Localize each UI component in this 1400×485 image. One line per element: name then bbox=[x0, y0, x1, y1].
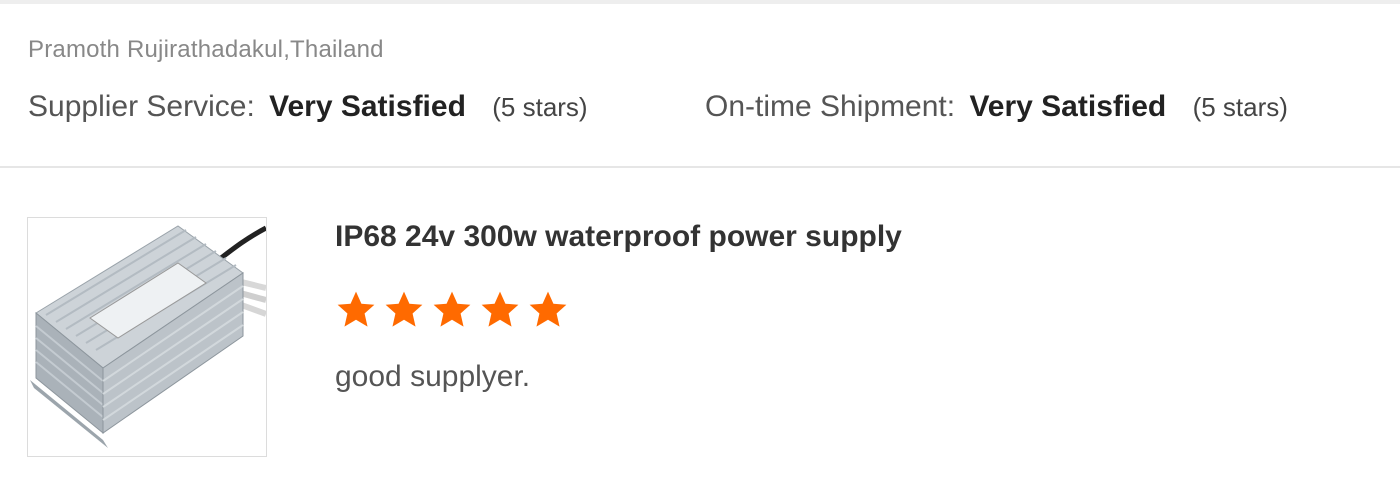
supplier-service-value: Very Satisfied bbox=[269, 90, 466, 123]
top-border bbox=[0, 0, 1400, 4]
star-rating bbox=[334, 289, 570, 329]
divider bbox=[0, 166, 1400, 168]
product-thumbnail[interactable] bbox=[27, 217, 268, 457]
star-icon bbox=[385, 291, 423, 327]
shipment-rating: On-time Shipment: Very Satisfied (5 star… bbox=[705, 90, 1288, 124]
reviewer-name: Pramoth Rujirathadakul,Thailand bbox=[28, 36, 384, 63]
product-title[interactable]: IP68 24v 300w waterproof power supply bbox=[335, 220, 902, 254]
star-icon bbox=[433, 291, 471, 327]
star-icon bbox=[337, 291, 375, 327]
star-icon bbox=[529, 291, 567, 327]
shipment-label: On-time Shipment: bbox=[705, 90, 956, 123]
review-comment: good supplyer. bbox=[335, 360, 531, 393]
shipment-stars: (5 stars) bbox=[1192, 92, 1288, 122]
power-supply-image bbox=[30, 225, 268, 448]
supplier-service-rating: Supplier Service: Very Satisfied (5 star… bbox=[28, 90, 588, 124]
shipment-value: Very Satisfied bbox=[969, 90, 1167, 123]
supplier-service-stars: (5 stars) bbox=[492, 92, 588, 122]
star-icon bbox=[481, 291, 519, 327]
supplier-service-label: Supplier Service: bbox=[28, 90, 255, 123]
